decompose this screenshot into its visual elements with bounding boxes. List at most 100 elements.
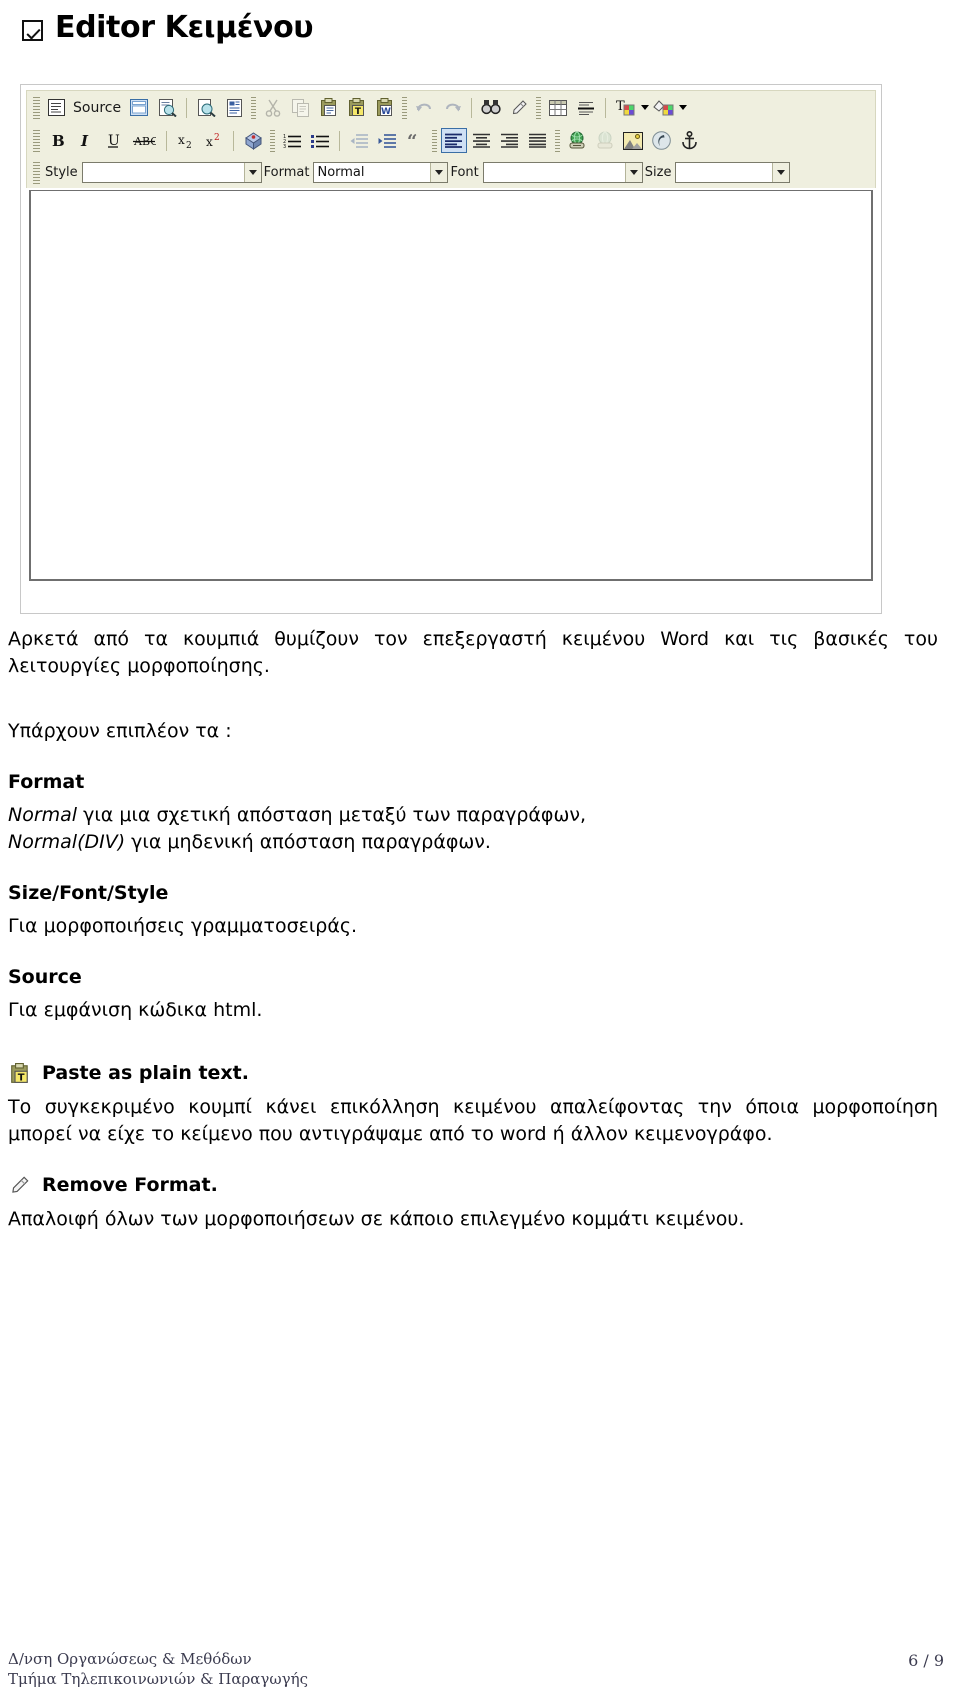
superscript-button[interactable]: x2 [201, 128, 227, 153]
toolbar-separator [186, 97, 188, 118]
align-right-button[interactable] [497, 128, 523, 153]
feature-heading-row: Remove Format. [8, 1174, 938, 1197]
anchor-button[interactable] [676, 128, 702, 153]
font-select[interactable] [482, 162, 643, 183]
chevron-down-icon[interactable] [772, 163, 790, 182]
toolbar-dot-separator [555, 129, 560, 152]
toolbar-separator [166, 130, 167, 151]
section-heading: Format [8, 770, 85, 793]
section-text: Για εμφάνιση κώδικα html. [8, 998, 263, 1021]
size-label: Size [644, 165, 672, 180]
svg-text:2: 2 [186, 141, 192, 150]
format-label: Format [263, 165, 310, 180]
svg-text:T: T [355, 107, 362, 117]
toolbar-dot-separator [251, 96, 257, 119]
source-button[interactable] [44, 95, 69, 120]
toolbar-separator [233, 130, 234, 151]
toolbar-grip-icon[interactable] [33, 96, 40, 119]
toolbar-grip-icon[interactable] [33, 129, 40, 152]
format-normaldiv-rest: για μηδενική απόσταση παραγράφων. [125, 830, 491, 853]
toolbar-grip-icon[interactable] [33, 161, 40, 184]
format-select[interactable]: Normal [313, 162, 449, 183]
svg-text:“: “ [407, 133, 417, 149]
table-button[interactable] [545, 95, 571, 120]
svg-text:2: 2 [214, 133, 220, 143]
footer-line-1: Δ/νση Οργανώσεως & Μεθόδων [8, 1650, 252, 1668]
section-format: Format Normal για μια σχετική απόσταση μ… [8, 771, 938, 856]
remove-format-button[interactable] [506, 95, 532, 120]
chevron-down-icon[interactable] [679, 105, 688, 110]
undo-button[interactable] [411, 95, 437, 120]
paste-as-plain-text-icon: T [8, 1062, 31, 1085]
style-select[interactable] [81, 162, 262, 183]
indent-button[interactable] [374, 128, 400, 153]
link-button[interactable] [564, 128, 590, 153]
paste-text-button[interactable]: T [344, 95, 370, 120]
align-center-button[interactable] [469, 128, 495, 153]
toolbar-separator [605, 97, 607, 118]
section-text: Για μορφοποιήσεις γραμματοσειράς. [8, 914, 358, 937]
numbered-list-button[interactable]: 123 [279, 128, 305, 153]
feature-text: Το συγκεκριμένο κουμπί κάνει επικόλληση … [8, 1095, 938, 1145]
justify-button[interactable] [525, 128, 551, 153]
checkbox-checked-icon [22, 19, 43, 41]
section-heading: Source [8, 965, 82, 988]
background-color-button[interactable] [650, 95, 676, 120]
outdent-button[interactable] [346, 128, 372, 153]
section-source: Source Για εμφάνιση κώδικα html. [8, 966, 938, 1024]
preview-button[interactable] [154, 95, 180, 120]
new-page-button[interactable] [221, 95, 247, 120]
toolbar-dot-separator [432, 129, 437, 152]
page-title-text: Editor Κειμένου [55, 10, 314, 45]
svg-text:T: T [17, 1072, 24, 1083]
format-normaldiv-emphasis: Normal(DIV) [8, 830, 126, 853]
special-character-button[interactable] [240, 128, 266, 153]
feature-remove-format: Remove Format. Απαλοιφή όλων των μορφοπο… [8, 1174, 938, 1233]
underline-button[interactable]: U [100, 128, 126, 153]
chevron-down-icon[interactable] [624, 163, 642, 182]
toolbar-row-3: Style Format Normal Font Size [27, 157, 875, 188]
chevron-down-icon[interactable] [243, 163, 261, 182]
footer-department: Δ/νση Οργανώσεως & Μεθόδων Τμήμα Τηλεπικ… [8, 1650, 308, 1689]
redo-button[interactable] [439, 95, 465, 120]
page-title: Editor Κειμένου [22, 6, 946, 50]
image-button[interactable] [620, 128, 646, 153]
chevron-down-icon[interactable] [641, 105, 650, 110]
font-label: Font [450, 165, 479, 180]
strikethrough-button[interactable]: ABC [128, 128, 160, 153]
format-normal-emphasis: Normal [8, 803, 78, 826]
blockquote-button[interactable]: “ [402, 128, 428, 153]
format-select-value: Normal [317, 165, 365, 180]
subscript-button[interactable]: x2 [173, 128, 199, 153]
toolbar-row-1: Source T W T [27, 91, 875, 124]
bulleted-list-button[interactable] [307, 128, 333, 153]
format-line-1: Normal για μια σχετική απόσταση μεταξύ τ… [8, 802, 938, 829]
extras-lead: Υπάρχουν επιπλέον τα : [8, 719, 232, 742]
chevron-down-icon[interactable] [430, 163, 448, 182]
toolbar-separator [339, 130, 340, 151]
paste-button[interactable] [316, 95, 342, 120]
copy-button[interactable] [288, 95, 314, 120]
source-button-label[interactable]: Source [70, 100, 125, 116]
unlink-button[interactable] [592, 128, 618, 153]
svg-text:W: W [381, 107, 391, 117]
document-body: Αρκετά από τα κουμπιά θυμίζουν τον επεξε… [8, 626, 938, 1233]
feature-heading-row: T Paste as plain text. [8, 1062, 938, 1085]
svg-text:B: B [52, 132, 65, 149]
flash-button[interactable] [648, 128, 674, 153]
editing-area[interactable] [29, 190, 873, 581]
toolbar-dot-separator [536, 96, 542, 119]
section-size-font-style: Size/Font/Style Για μορφοποιήσεις γραμμα… [8, 882, 938, 940]
templates-button[interactable] [126, 95, 152, 120]
size-select[interactable] [675, 162, 791, 183]
cut-button[interactable] [260, 95, 286, 120]
align-left-button[interactable] [441, 128, 467, 153]
bold-button[interactable]: B [44, 128, 70, 153]
toolbar-separator [471, 97, 473, 118]
italic-button[interactable]: I [72, 128, 98, 153]
find-replace-button[interactable] [478, 95, 504, 120]
horizontal-rule-button[interactable] [573, 95, 599, 120]
paste-word-button[interactable]: W [372, 95, 398, 120]
zoom-button[interactable] [193, 95, 219, 120]
text-color-button[interactable]: T [612, 95, 638, 120]
